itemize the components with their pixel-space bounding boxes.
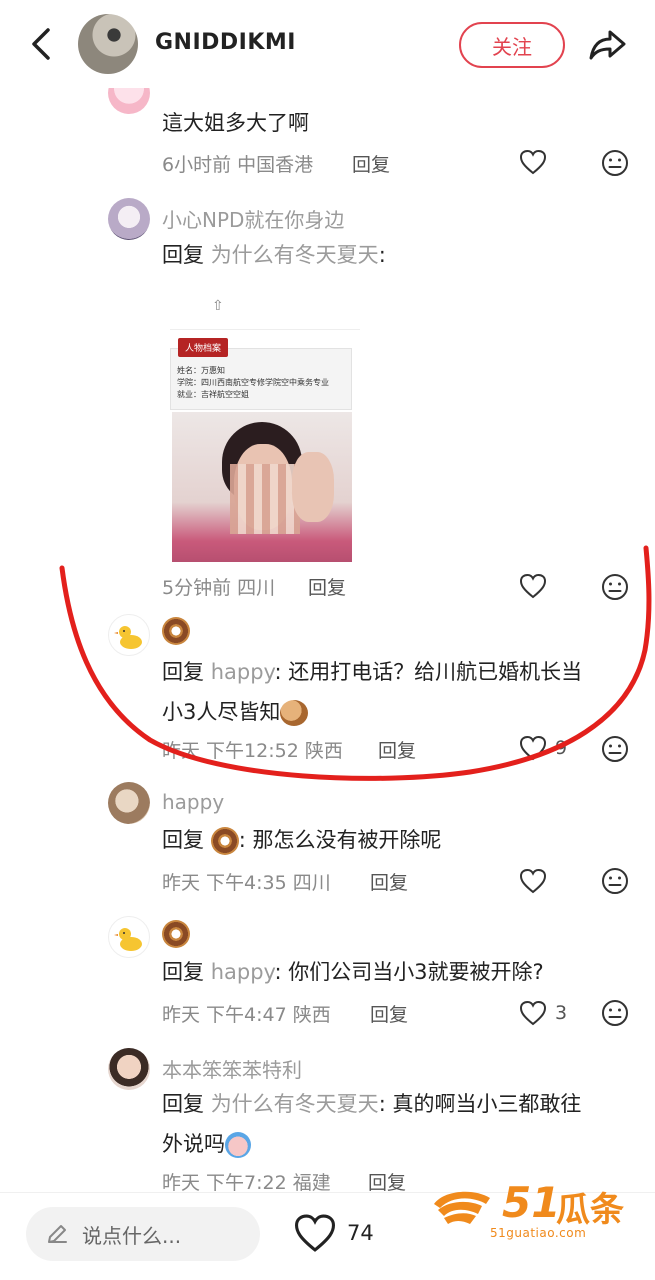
author-name[interactable]: GNIDDIKMI	[155, 30, 296, 55]
like-button[interactable]	[519, 147, 547, 177]
more-options-icon[interactable]	[600, 148, 630, 178]
reply-button[interactable]: 回复	[370, 1000, 408, 1027]
comment-meta: 昨天 下午4:47 陕西	[162, 1004, 331, 1026]
commenter-avatar[interactable]	[108, 198, 150, 240]
donut-emoji-icon	[210, 827, 239, 855]
reply-prefix: 回复	[162, 243, 204, 267]
commenter-name[interactable]: 本本笨笨苯特利	[162, 1054, 302, 1083]
reply-button[interactable]: 回复	[308, 573, 346, 600]
photo-hand	[292, 452, 334, 522]
info-line: 就业：吉祥航空空姐	[177, 390, 249, 399]
comment-body: 外说吗	[162, 1132, 225, 1156]
profile-info-box: 姓名：万惠知 学院：四川西南航空专修学院空中乘务专业 就业：吉祥航空空姐	[170, 348, 352, 410]
comment-body: : 你们公司当小3就要被开除?	[274, 960, 544, 984]
reply-to-user[interactable]: 为什么有冬天夏天	[211, 243, 379, 267]
heart-icon	[519, 1000, 547, 1026]
comment-body: : 那怎么没有被开除呢	[238, 828, 442, 852]
like-button[interactable]: 9	[519, 733, 567, 763]
heart-icon	[294, 1214, 336, 1252]
commenter-avatar[interactable]	[108, 782, 150, 824]
back-icon[interactable]	[24, 24, 60, 64]
commenter-name[interactable]	[162, 920, 190, 948]
watermark-text: 瓜条	[556, 1190, 624, 1230]
comment-body: :	[378, 243, 386, 267]
like-button[interactable]: 3	[519, 998, 567, 1028]
mosaic-blur	[230, 464, 300, 534]
info-line: 姓名：万惠知	[177, 366, 225, 375]
image-header: ⇧	[170, 290, 360, 330]
like-count: 9	[555, 737, 568, 759]
reply-button[interactable]: 回复	[352, 150, 390, 177]
comment-meta: 昨天 下午12:52 陕西	[162, 740, 343, 762]
comment-body: : 还用打电话？给川航已婚机长当	[274, 660, 583, 684]
reply-prefix: 回复	[162, 660, 204, 684]
reply-prefix: 回复	[162, 828, 204, 852]
watermark-url: 51guatiao.com	[490, 1226, 587, 1240]
reply-to-user[interactable]: 为什么有冬天夏天	[211, 1092, 379, 1116]
comment-text: 回复 为什么有冬天夏天: 真的啊当小三都敢往 外说吗	[162, 1084, 632, 1164]
info-line: 学院：四川西南航空专修学院空中乘务专业	[177, 378, 329, 387]
like-count: 3	[555, 1002, 568, 1024]
profile-tag: 人物档案	[178, 338, 229, 357]
heart-icon	[519, 735, 547, 761]
comment-text: 回复 : 那怎么没有被开除呢	[162, 820, 441, 860]
donut-emoji-icon	[162, 617, 190, 645]
more-options-icon[interactable]	[600, 572, 630, 602]
duck-icon	[114, 928, 142, 951]
comment-text: 回复 为什么有冬天夏天:	[162, 235, 386, 275]
donut-emoji-icon	[162, 920, 190, 948]
reply-button[interactable]: 回复	[370, 868, 408, 895]
comment-meta: 昨天 下午4:35 四川	[162, 872, 331, 894]
more-options-icon[interactable]	[600, 734, 630, 764]
portrait-photo	[172, 412, 352, 562]
author-avatar[interactable]	[78, 14, 138, 74]
reply-to-user[interactable]: happy	[211, 960, 275, 984]
comment-text: 回复 happy: 你们公司当小3就要被开除?	[162, 952, 544, 992]
reply-prefix: 回复	[162, 1092, 204, 1116]
pencil-icon	[48, 1225, 67, 1243]
share-arrow-icon: ⇧	[212, 298, 224, 314]
heart-icon	[519, 149, 547, 175]
comment-body: : 真的啊当小三都敢往	[378, 1092, 582, 1116]
comment-text: 這大姐多大了啊	[162, 111, 309, 135]
reply-prefix: 回复	[162, 960, 204, 984]
reply-to-user[interactable]: happy	[211, 660, 275, 684]
duck-icon	[114, 626, 142, 649]
more-options-icon[interactable]	[600, 866, 630, 896]
like-button[interactable]	[519, 866, 547, 896]
crying-emoji-icon	[225, 1132, 251, 1158]
commenter-name[interactable]: happy	[162, 790, 224, 814]
commenter-avatar[interactable]	[108, 614, 150, 656]
comment-input[interactable]: 说点什么...	[26, 1207, 260, 1261]
commenter-avatar[interactable]	[108, 916, 150, 958]
heart-icon	[519, 868, 547, 894]
comment-image[interactable]: ⇧ 姓名：万惠知 学院：四川西南航空专修学院空中乘务专业 就业：吉祥航空空姐 人…	[170, 290, 360, 562]
like-count: 74	[347, 1221, 374, 1245]
comment-body: 小3人尽皆知	[162, 700, 281, 724]
watermark-logo: 51 瓜条 51guatiao.com	[430, 1178, 640, 1248]
reply-button[interactable]: 回复	[368, 1168, 406, 1195]
watermark-melon-icon	[434, 1191, 490, 1224]
comment-meta: 5分钟前 四川	[162, 577, 276, 599]
reply-button[interactable]: 回复	[378, 736, 416, 763]
like-button[interactable]	[519, 571, 547, 601]
comment-meta: 6小时前 中国香港	[162, 154, 314, 176]
share-icon[interactable]	[586, 24, 630, 64]
top-bar: GNIDDIKMI 关注	[0, 0, 655, 88]
watermark-number: 51	[502, 1178, 561, 1227]
comment-text: 回复 happy: 还用打电话？给川航已婚机长当 小3人尽皆知	[162, 652, 632, 732]
heart-icon	[519, 573, 547, 599]
commenter-name[interactable]	[162, 617, 190, 645]
like-post-button[interactable]: 74	[293, 1213, 374, 1253]
follow-button[interactable]: 关注	[459, 22, 565, 68]
comment-meta: 昨天 下午7:22 福建	[162, 1172, 331, 1194]
dog-emoji-icon	[280, 700, 309, 726]
commenter-name[interactable]: 小心NPD就在你身边	[162, 204, 344, 233]
commenter-avatar[interactable]	[108, 1048, 150, 1090]
more-options-icon[interactable]	[600, 998, 630, 1028]
input-placeholder: 说点什么...	[82, 1223, 182, 1248]
